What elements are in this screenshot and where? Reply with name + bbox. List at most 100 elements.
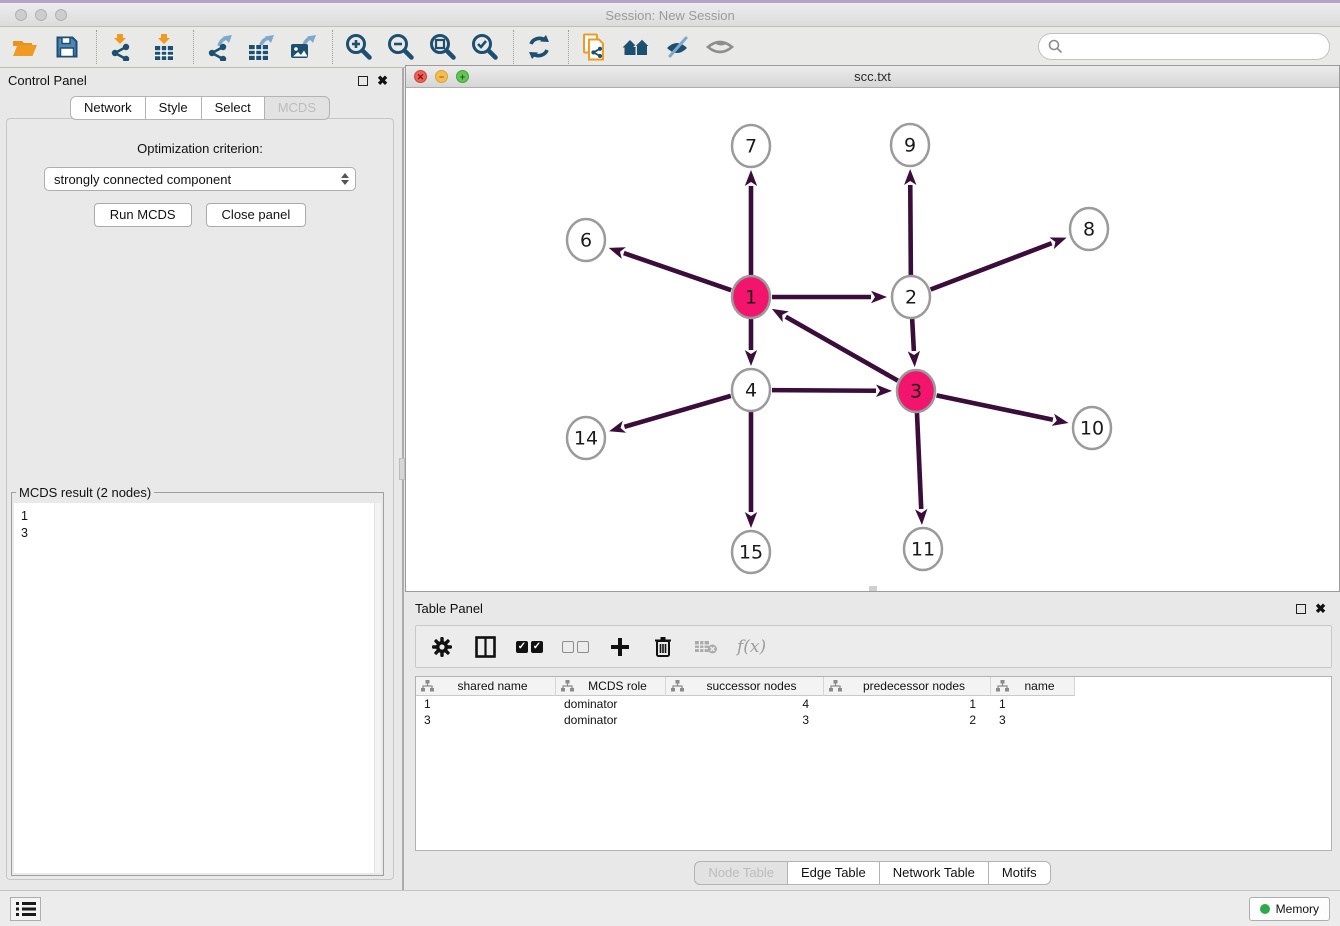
table-cell[interactable]: 3 — [666, 712, 824, 728]
zoom-out-icon — [386, 33, 415, 62]
graph-edge-arrowhead — [772, 309, 789, 322]
float-panel-icon[interactable] — [358, 76, 368, 86]
refresh-layout-button[interactable] — [524, 32, 554, 62]
graph-edge-arrowhead — [609, 247, 626, 259]
select-stepper-icon — [341, 173, 349, 185]
homes-button[interactable] — [621, 32, 651, 62]
table-cell[interactable]: 3 — [416, 712, 556, 728]
graph-edge-arrowhead — [745, 170, 757, 186]
open-session-button[interactable] — [10, 32, 40, 62]
task-history-button[interactable] — [10, 897, 41, 921]
criterion-value: strongly connected component — [54, 172, 341, 187]
import-table-button[interactable] — [149, 32, 179, 62]
zoom-fit-icon — [428, 33, 457, 62]
canvas-resize-handle[interactable] — [869, 586, 877, 591]
table-cell[interactable]: dominator — [556, 696, 666, 712]
network-window-titlebar[interactable]: ✕ − + scc.txt — [406, 66, 1339, 88]
column-header-successor-nodes[interactable]: successor nodes — [666, 677, 824, 696]
graph-edge[interactable] — [786, 317, 898, 381]
table-cell[interactable]: 1 — [991, 696, 1075, 712]
hierarchy-icon — [671, 680, 684, 692]
zoom-out-button[interactable] — [385, 32, 415, 62]
criterion-select[interactable]: strongly connected component — [44, 167, 356, 191]
delete-table-icon — [694, 638, 718, 656]
tab-network[interactable]: Network — [70, 96, 146, 120]
graph-edge[interactable] — [937, 395, 1053, 419]
export-table-button[interactable] — [246, 32, 276, 62]
zoom-selected-button[interactable] — [469, 32, 499, 62]
window-titlebar: Session: New Session — [0, 0, 1340, 27]
save-session-button[interactable] — [52, 32, 82, 62]
zoom-fit-button[interactable] — [427, 32, 457, 62]
toolbar-separator — [96, 30, 97, 64]
network-canvas[interactable]: 7968124314101511 — [406, 88, 1339, 591]
table-row[interactable]: 3dominator323 — [416, 712, 1331, 728]
graph-edge[interactable] — [910, 185, 911, 276]
mcds-result-area[interactable]: 1 3 — [14, 503, 381, 873]
control-panel-title: Control Panel — [8, 73, 87, 88]
deselect-all-button[interactable] — [562, 634, 589, 660]
show-columns-button[interactable] — [473, 634, 497, 660]
close-panel-icon[interactable]: ✖ — [377, 73, 388, 89]
search-input[interactable] — [1069, 39, 1329, 54]
select-all-button[interactable]: ✓ ✓ — [516, 634, 543, 660]
table-cell[interactable]: 4 — [666, 696, 824, 712]
table-panel: Table Panel ✖ ✓ ✓ — [405, 595, 1340, 890]
add-column-button[interactable] — [608, 634, 632, 660]
column-header-predecessor-nodes[interactable]: predecessor nodes — [824, 677, 991, 696]
refresh-icon — [525, 34, 553, 60]
clone-network-button[interactable] — [579, 32, 609, 62]
search-box[interactable] — [1038, 33, 1330, 60]
import-network-button[interactable] — [107, 32, 137, 62]
eye-button[interactable] — [705, 32, 735, 62]
table-body: 1dominator4113dominator323 — [416, 696, 1331, 728]
window-accent-strip — [0, 0, 1340, 3]
graph-edge[interactable] — [912, 318, 914, 351]
graph-edge-arrowhead — [1052, 414, 1069, 426]
gear-icon — [431, 636, 453, 658]
graph-edge-arrowhead — [876, 385, 892, 397]
column-header-name[interactable]: name — [991, 677, 1075, 696]
tab-mcds[interactable]: MCDS — [265, 96, 330, 120]
zoom-in-button[interactable] — [343, 32, 373, 62]
control-panel-tabs: Network Style Select MCDS — [0, 96, 400, 120]
close-panel-button[interactable]: Close panel — [206, 203, 307, 227]
eye-slash-button[interactable] — [663, 32, 693, 62]
column-header-shared-name[interactable]: shared name — [416, 677, 556, 696]
tab-style[interactable]: Style — [146, 96, 202, 120]
export-network-button[interactable] — [204, 32, 234, 62]
tab-network-table[interactable]: Network Table — [880, 861, 989, 885]
table-cell[interactable]: 3 — [991, 712, 1075, 728]
table-cell[interactable]: 1 — [416, 696, 556, 712]
column-header-MCDS-role[interactable]: MCDS role — [556, 677, 666, 696]
close-table-panel-icon[interactable]: ✖ — [1315, 601, 1326, 617]
checked-box-icon: ✓ — [516, 641, 528, 653]
network-window-title: scc.txt — [406, 69, 1339, 84]
delete-table-button — [694, 634, 718, 660]
table-cell[interactable]: 2 — [824, 712, 991, 728]
zoom-selected-icon — [470, 33, 499, 62]
graph-edge[interactable] — [624, 396, 730, 427]
tab-edge-table[interactable]: Edge Table — [788, 861, 880, 885]
graph-edge[interactable] — [772, 390, 876, 391]
memory-button[interactable]: Memory — [1249, 897, 1330, 921]
status-bar: Memory — [0, 890, 1340, 926]
table-row[interactable]: 1dominator411 — [416, 696, 1331, 712]
tab-motifs[interactable]: Motifs — [989, 861, 1051, 885]
export-image-button[interactable] — [288, 32, 318, 62]
result-scrollbar[interactable] — [374, 503, 381, 873]
graph-node-label: 1 — [745, 287, 757, 309]
table-cell[interactable]: 1 — [824, 696, 991, 712]
export-image-icon — [289, 34, 317, 61]
table-cell[interactable]: dominator — [556, 712, 666, 728]
graph-edge[interactable] — [624, 253, 731, 290]
table-settings-button[interactable] — [430, 634, 454, 660]
tab-node-table[interactable]: Node Table — [694, 861, 788, 885]
tab-select[interactable]: Select — [202, 96, 265, 120]
graph-edge[interactable] — [931, 243, 1052, 289]
float-table-panel-icon[interactable] — [1296, 604, 1306, 614]
delete-column-button[interactable] — [651, 634, 675, 660]
run-mcds-button[interactable]: Run MCDS — [94, 203, 192, 227]
graph-edge[interactable] — [917, 412, 921, 509]
import-network-icon — [109, 34, 135, 61]
